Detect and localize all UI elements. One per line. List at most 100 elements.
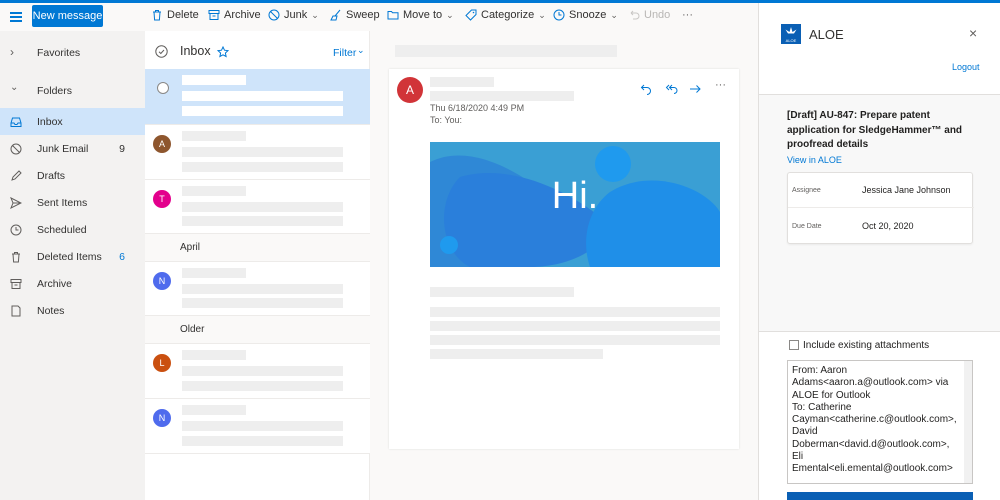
placeholder-preview (182, 381, 343, 391)
placeholder-body-line (430, 321, 720, 331)
list-item[interactable]: T (145, 180, 370, 234)
placeholder-sender (182, 268, 246, 278)
command-toolbar: New message Delete Archive Junk ⌄ Sweep … (0, 3, 758, 31)
categorize-label: Categorize (481, 9, 535, 21)
sidebar-item-deleted-items[interactable]: Deleted Items 6 (0, 243, 145, 270)
sidebar-item-scheduled[interactable]: Scheduled (0, 216, 145, 243)
chevron-down-icon: ⌄ (538, 9, 546, 20)
unread-count: 6 (119, 250, 125, 263)
sidebar-item-label: Scheduled (37, 223, 87, 236)
folders-label: Folders (37, 84, 73, 97)
folders-toggle[interactable]: ⌄ Folders (0, 77, 145, 104)
aloe-brand: ALOE (809, 27, 844, 42)
archive-button[interactable]: Archive (208, 9, 261, 21)
inbox-icon (10, 117, 22, 127)
clock-icon (10, 224, 22, 235)
sweep-button[interactable]: Sweep (330, 9, 380, 21)
placeholder-subject (182, 421, 343, 431)
more-actions-icon[interactable]: ··· (715, 79, 726, 91)
forward-icon[interactable] (689, 83, 702, 95)
list-item[interactable]: L (145, 344, 370, 399)
more-options-button[interactable]: ··· (682, 9, 693, 21)
textarea-scrollbar[interactable] (964, 361, 972, 483)
folder-icon (387, 11, 399, 20)
folder-pane: › Favorites ⌄ Folders Inbox Junk Email 9… (0, 31, 145, 500)
placeholder-body-line (430, 307, 720, 317)
sidebar-item-notes[interactable]: Notes (0, 297, 145, 324)
sidebar-item-label: Archive (37, 277, 73, 290)
chevron-down-icon: ⌄ (10, 82, 19, 93)
aloe-header: ALOE ALOE × Logout (759, 3, 1000, 95)
submit-button[interactable] (787, 492, 973, 500)
due-date-value: Oct 20, 2020 (862, 221, 914, 231)
sidebar-item-label: Junk Email (37, 142, 89, 155)
message-date: Thu 6/18/2020 4:49 PM (430, 103, 525, 113)
categorize-button[interactable]: Categorize ⌄ (465, 9, 546, 21)
hamburger-menu-icon[interactable] (10, 12, 22, 22)
note-icon (11, 305, 21, 316)
undo-button[interactable]: Undo (628, 9, 670, 21)
hero-text: Hi. (551, 175, 599, 217)
move-to-button[interactable]: Move to ⌄ (387, 9, 454, 21)
placeholder-preview (182, 106, 343, 116)
sidebar-item-label: Notes (37, 304, 65, 317)
placeholder-preview (182, 216, 343, 226)
sender-avatar: A (397, 77, 423, 103)
chevron-down-icon: ⌄ (610, 9, 618, 20)
list-item[interactable]: N (145, 262, 370, 316)
sidebar-item-inbox[interactable]: Inbox (0, 108, 145, 135)
sidebar-item-sent-items[interactable]: Sent Items (0, 189, 145, 216)
svg-text:ALOE: ALOE (786, 38, 797, 43)
placeholder-sender (182, 75, 246, 85)
placeholder-preview (182, 436, 343, 446)
sidebar-item-drafts[interactable]: Drafts (0, 162, 145, 189)
check-circle-icon[interactable] (155, 45, 168, 58)
logout-link[interactable]: Logout (952, 62, 980, 72)
placeholder-subject (182, 91, 343, 101)
placeholder-body-line (430, 287, 574, 297)
divider (788, 207, 974, 208)
unread-count: 9 (119, 142, 125, 155)
view-in-aloe-link[interactable]: View in ALOE (787, 155, 842, 165)
task-detail-card: Assignee Jessica Jane Johnson Due Date O… (787, 172, 974, 244)
avatar: N (153, 409, 171, 427)
sidebar-item-junk-email[interactable]: Junk Email 9 (0, 135, 145, 162)
placeholder-subject-line (395, 45, 617, 57)
due-date-label: Due Date (792, 223, 822, 230)
avatar: L (153, 354, 171, 372)
favorites-toggle[interactable]: › Favorites (0, 39, 145, 66)
forward-header-textarea[interactable]: From: Aaron Adams<aaron.a@outlook.com> v… (787, 360, 973, 484)
list-item[interactable]: N (145, 399, 370, 454)
new-message-button[interactable]: New message (32, 5, 103, 27)
filter-button[interactable]: Filter (333, 47, 356, 59)
send-icon (10, 196, 22, 209)
tag-icon (465, 9, 477, 21)
archive-icon (208, 10, 220, 20)
snooze-button[interactable]: Snooze ⌄ (553, 9, 618, 21)
placeholder-preview (182, 298, 343, 308)
sidebar-item-label: Sent Items (37, 196, 88, 209)
section-header-older: Older (145, 316, 370, 344)
placeholder-body-line (430, 335, 720, 345)
folder-title: Inbox (180, 44, 211, 58)
close-icon[interactable]: × (969, 25, 977, 41)
placeholder-subject (182, 366, 343, 376)
section-header-april: April (145, 234, 370, 262)
delete-button[interactable]: Delete (151, 9, 199, 21)
message-card: A Thu 6/18/2020 4:49 PM To: You: ··· Hi. (389, 69, 739, 449)
sidebar-item-label: Deleted Items (37, 250, 102, 263)
sidebar-item-archive[interactable]: Archive (0, 270, 145, 297)
task-title: [Draft] AU-847: Prepare patent applicati… (787, 110, 963, 150)
select-radio[interactable] (157, 82, 169, 94)
list-item[interactable]: A (145, 125, 370, 180)
chevron-right-icon: › (10, 45, 14, 59)
junk-button[interactable]: Junk ⌄ (268, 9, 319, 21)
include-attachments-checkbox[interactable] (789, 340, 799, 350)
list-item[interactable] (145, 69, 370, 125)
placeholder-subject (182, 202, 343, 212)
reply-all-icon[interactable] (665, 83, 678, 95)
star-icon[interactable] (217, 46, 229, 58)
block-icon (10, 143, 22, 154)
reply-icon[interactable] (640, 83, 652, 95)
placeholder-subject (182, 284, 343, 294)
